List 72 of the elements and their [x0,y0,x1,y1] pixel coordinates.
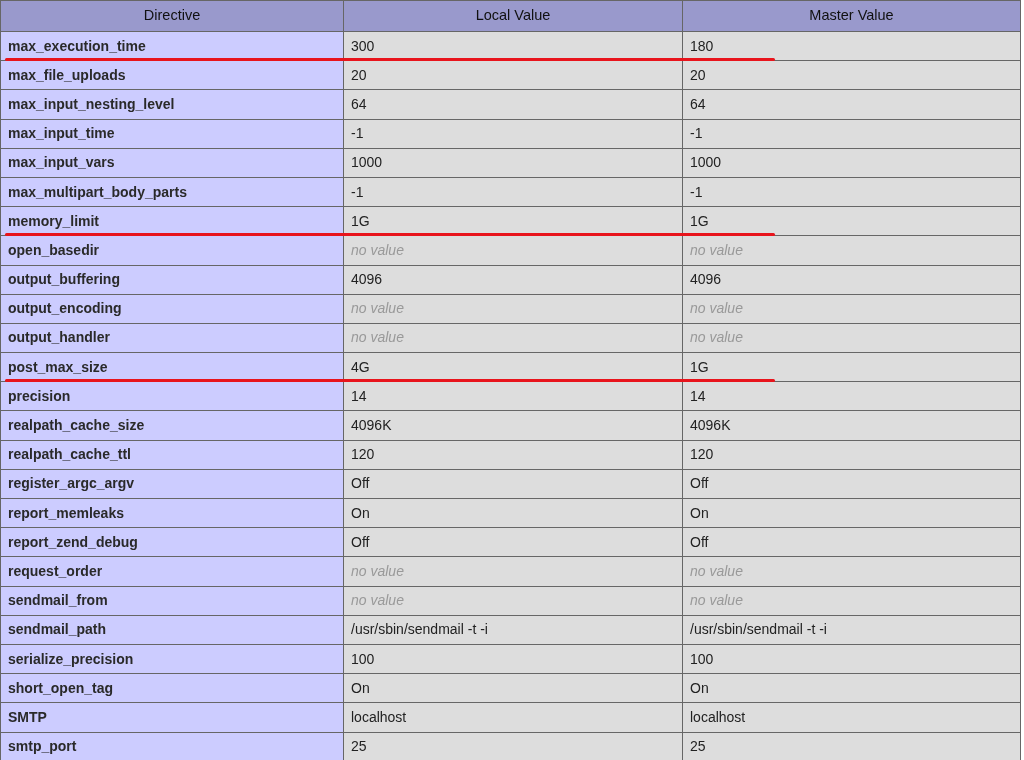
value-cell: 25 [682,732,1021,760]
value-cell: no value [682,235,1021,265]
value-cell: 64 [682,89,1021,120]
column-header: Master Value [682,0,1021,32]
value-cell: localhost [343,702,683,732]
value-cell: no value [343,323,683,353]
value-cell: 14 [682,381,1021,411]
value-cell: 4096 [343,265,683,295]
directive-cell: short_open_tag [0,673,344,703]
directive-cell: max_file_uploads [0,60,344,90]
directive-cell: open_basedir [0,235,344,265]
directive-cell: sendmail_path [0,615,344,645]
value-cell: On [343,673,683,703]
value-cell: 100 [682,644,1021,674]
column-header: Local Value [343,0,683,32]
value-cell: no value [343,586,683,616]
directive-cell: max_multipart_body_parts [0,177,344,207]
directive-cell: precision [0,381,344,411]
value-cell: no value [343,294,683,324]
directive-cell: serialize_precision [0,644,344,674]
value-cell: no value [682,586,1021,616]
value-cell: no value [343,556,683,587]
directive-cell: request_order [0,556,344,587]
directive-cell: realpath_cache_ttl [0,440,344,470]
value-cell: no value [682,294,1021,324]
value-cell: 4096K [343,410,683,441]
value-cell: 20 [343,60,683,90]
value-cell: 120 [343,440,683,470]
value-cell: 4096 [682,265,1021,295]
value-cell: -1 [682,119,1021,149]
value-cell: 1G [682,206,1021,236]
value-cell: -1 [682,177,1021,207]
directive-cell: output_buffering [0,265,344,295]
value-cell: 100 [343,644,683,674]
value-cell: Off [682,469,1021,499]
value-cell: /usr/sbin/sendmail -t -i [682,615,1021,645]
value-cell: 4096K [682,410,1021,441]
value-cell: no value [682,323,1021,353]
value-cell: 25 [343,732,683,760]
value-cell: -1 [343,177,683,207]
directive-cell: SMTP [0,702,344,732]
column-header: Directive [0,0,344,32]
value-cell: /usr/sbin/sendmail -t -i [343,615,683,645]
value-cell: no value [682,556,1021,587]
value-cell: Off [343,527,683,557]
value-cell: 180 [682,31,1021,61]
value-cell: 64 [343,89,683,120]
directive-cell: realpath_cache_size [0,410,344,441]
directive-cell: output_encoding [0,294,344,324]
directive-cell: sendmail_from [0,586,344,616]
value-cell: 1000 [343,148,683,178]
directive-cell: max_input_time [0,119,344,149]
directive-cell: smtp_port [0,732,344,760]
value-cell: On [682,498,1021,528]
value-cell: On [343,498,683,528]
value-cell: localhost [682,702,1021,732]
value-cell: 20 [682,60,1021,90]
directive-cell: register_argc_argv [0,469,344,499]
value-cell: 120 [682,440,1021,470]
directive-cell: report_zend_debug [0,527,344,557]
value-cell: no value [343,235,683,265]
value-cell: -1 [343,119,683,149]
value-cell: 1G [682,352,1021,382]
value-cell: Off [682,527,1021,557]
directive-cell: output_handler [0,323,344,353]
directive-cell: max_input_nesting_level [0,89,344,120]
value-cell: On [682,673,1021,703]
value-cell: 1000 [682,148,1021,178]
directive-cell: report_memleaks [0,498,344,528]
value-cell: Off [343,469,683,499]
directive-cell: max_input_vars [0,148,344,178]
value-cell: 14 [343,381,683,411]
